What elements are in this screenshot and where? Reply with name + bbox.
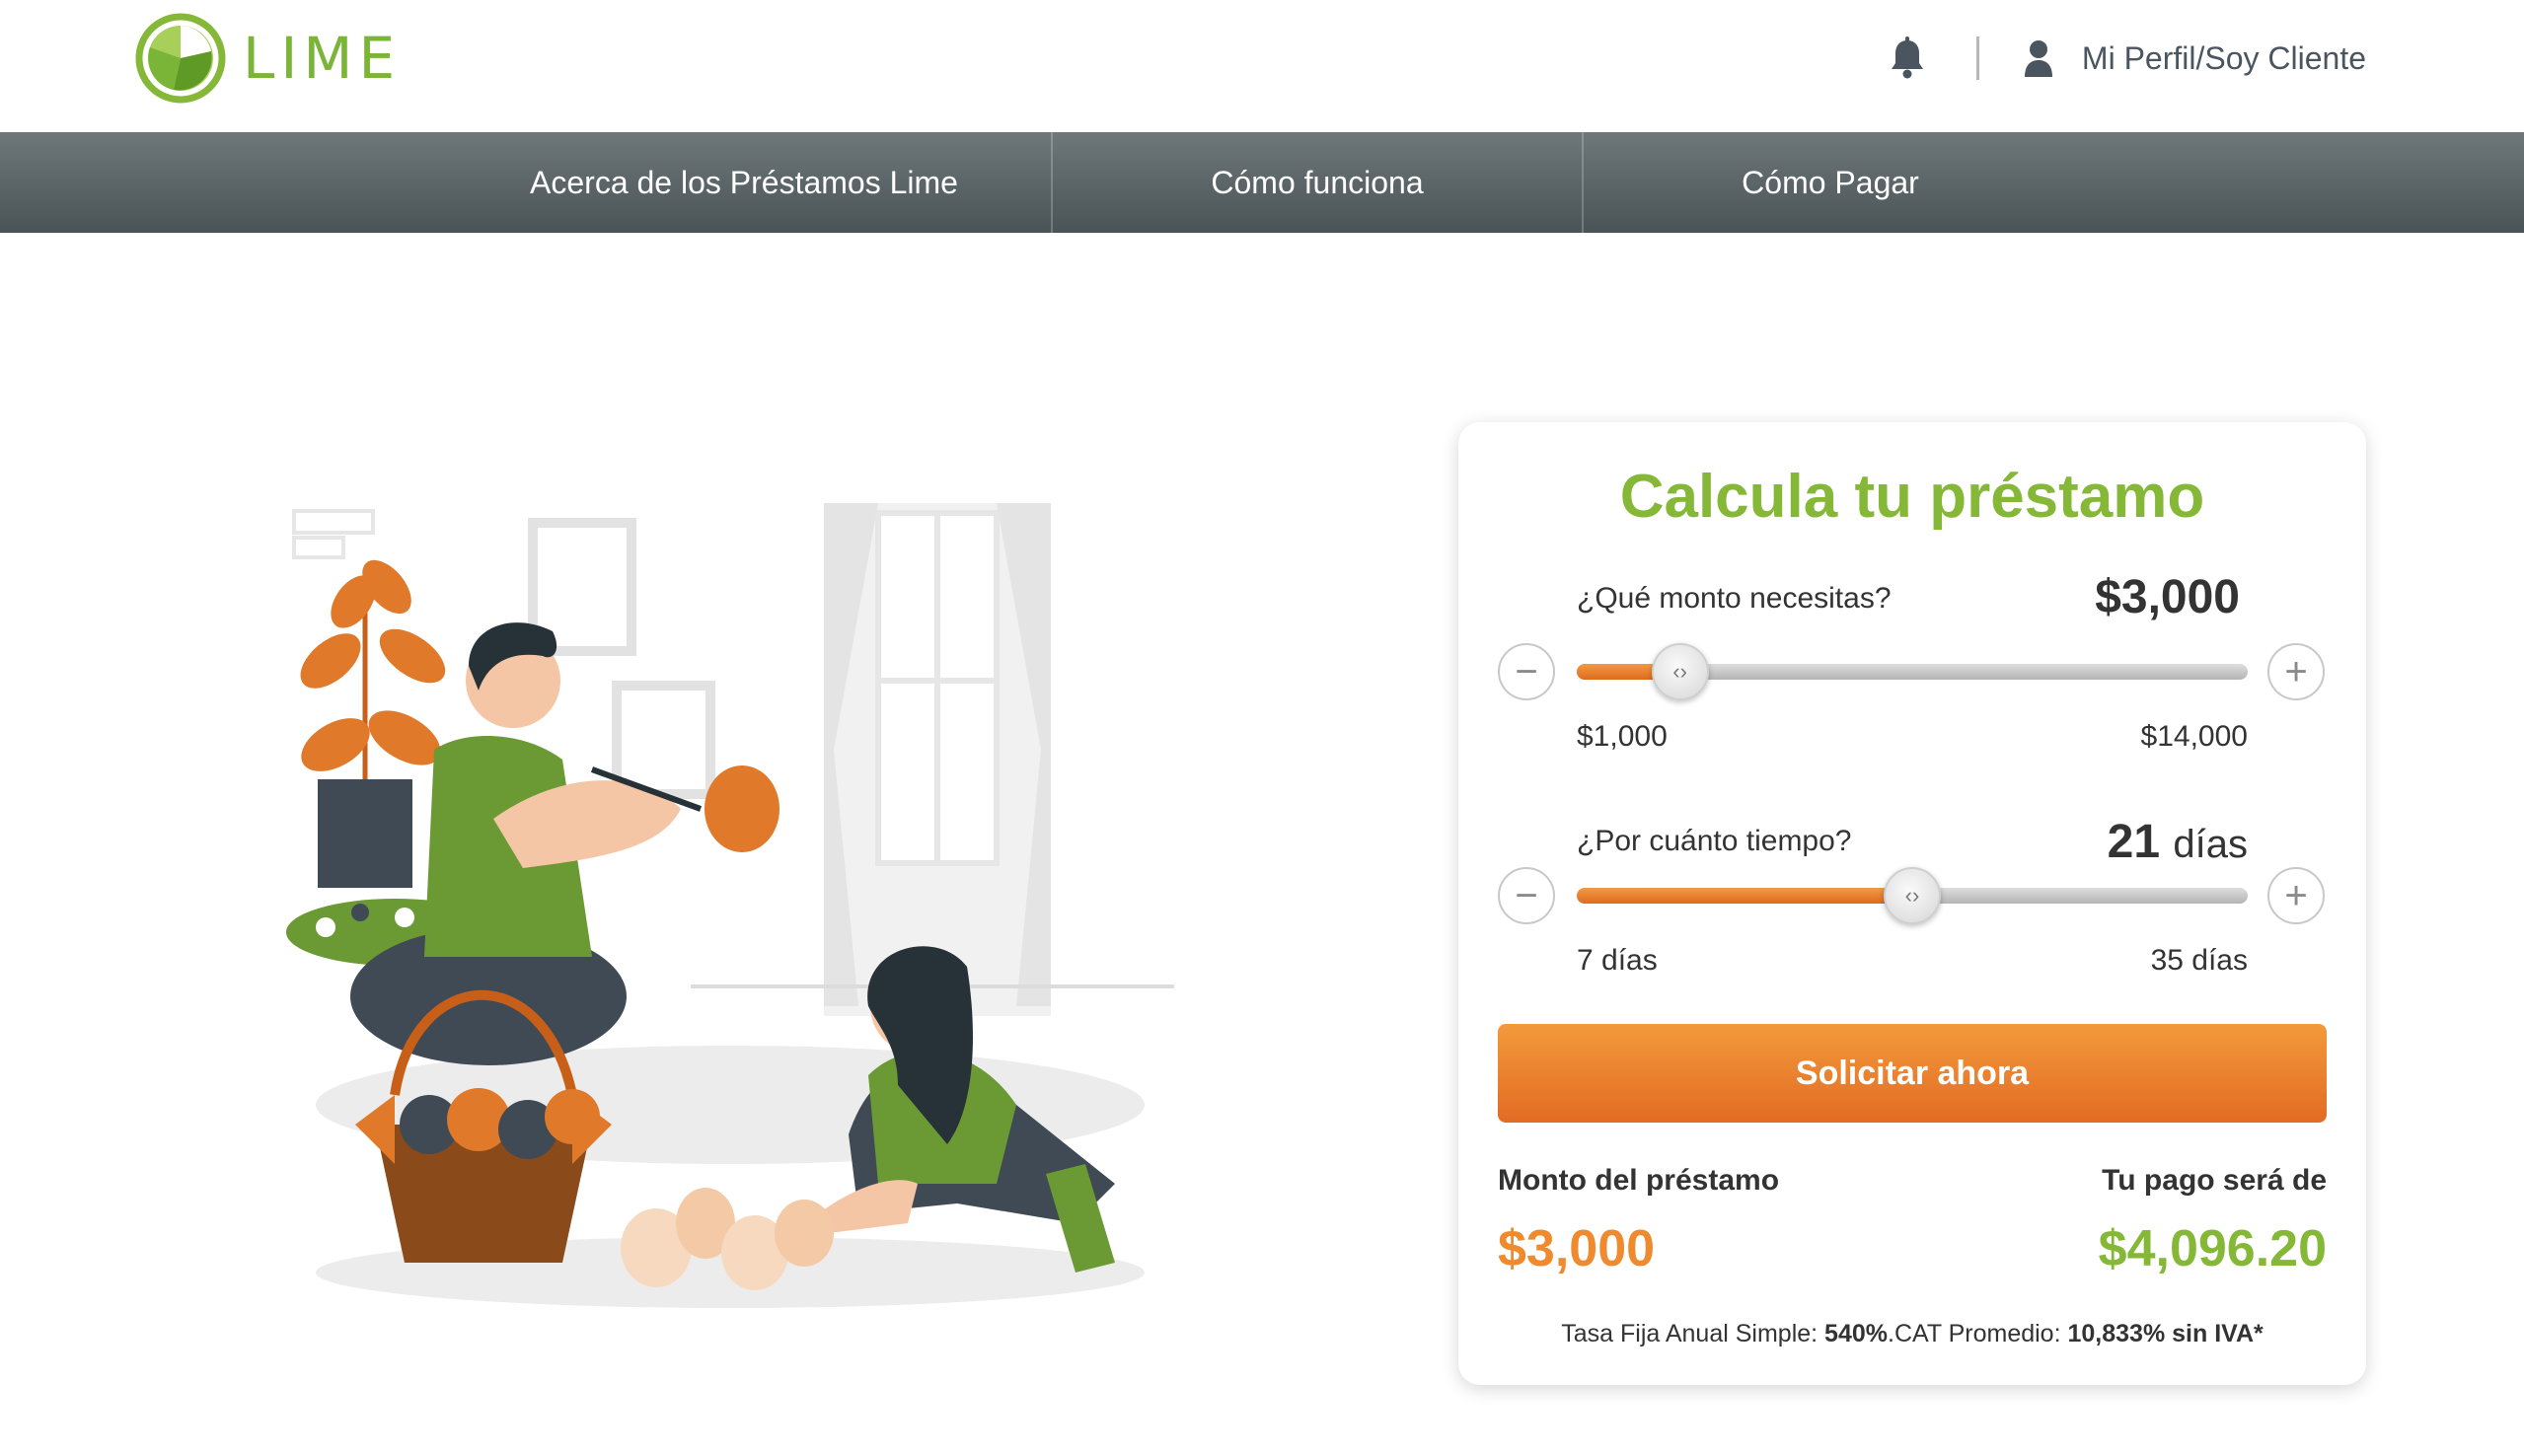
term-slider-fill (1577, 888, 1912, 904)
logo-wordmark: LIME (243, 25, 402, 92)
nav-item-about[interactable]: Acerca de los Préstamos Lime (437, 132, 1051, 233)
term-max-label: 35 días (2150, 944, 2248, 977)
term-increase-button[interactable]: + (2267, 867, 2325, 924)
rate-value: 540% (1824, 1320, 1888, 1347)
rate-disclaimer: Tasa Fija Anual Simple: 540%.CAT Promedi… (1458, 1320, 2366, 1348)
apply-now-button[interactable]: Solicitar ahora (1498, 1024, 2327, 1123)
cat-value: 10,833% sin IVA* (2067, 1320, 2264, 1347)
minus-icon: − (1515, 650, 1538, 693)
header-actions: Mi Perfil/Soy Cliente (1888, 30, 2366, 87)
cat-label: .CAT Promedio: (1888, 1320, 2068, 1347)
header-divider (1975, 36, 1979, 80)
plus-icon: + (2284, 650, 2308, 693)
amount-min-label: $1,000 (1577, 720, 1668, 753)
term-min-label: 7 días (1577, 944, 1658, 977)
nav-item-how-to-pay[interactable]: Cómo Pagar (1584, 132, 2077, 233)
minus-icon: − (1515, 874, 1538, 917)
loan-amount-value: $3,000 (1498, 1220, 1656, 1277)
term-slider-handle[interactable]: ‹› (1884, 867, 1941, 924)
site-header: LIME Mi Perfil/Soy Cliente (0, 0, 2524, 132)
easter-eggs-illustration (286, 503, 1174, 1308)
term-label: ¿Por cuánto tiempo? (1577, 825, 1852, 857)
payment-label: Tu pago será de (2102, 1164, 2327, 1197)
term-decrease-button[interactable]: − (1498, 867, 1555, 924)
loan-calculator-card: Calcula tu préstamo ¿Qué monto necesitas… (1458, 422, 2366, 1385)
payment-value: $4,096.20 (2098, 1220, 2327, 1277)
nav-item-how-it-works[interactable]: Cómo funciona (1053, 132, 1582, 233)
amount-slider-handle[interactable]: ‹› (1651, 643, 1709, 700)
main-nav: Acerca de los Préstamos Lime Cómo funcio… (0, 132, 2524, 233)
term-value-number: 21 (2107, 816, 2161, 868)
calculator-title: Calcula tu préstamo (1619, 463, 2205, 531)
drag-arrows-icon: ‹› (1672, 659, 1687, 684)
rate-label: Tasa Fija Anual Simple: (1561, 1320, 1825, 1347)
term-value: 21 días (2108, 815, 2248, 869)
amount-value: $3,000 (2095, 571, 2240, 623)
amount-decrease-button[interactable]: − (1498, 643, 1555, 700)
bell-icon[interactable] (1888, 36, 1927, 80)
term-value-unit: días (2173, 823, 2248, 866)
drag-arrows-icon: ‹› (1904, 883, 1920, 908)
loan-amount-label: Monto del préstamo (1498, 1164, 1780, 1197)
amount-max-label: $14,000 (2140, 720, 2248, 753)
lime-logo[interactable]: LIME (134, 12, 401, 105)
lime-logo-icon (135, 13, 226, 104)
user-icon[interactable] (2023, 39, 2054, 77)
plus-icon: + (2284, 874, 2308, 917)
profile-link[interactable]: Mi Perfil/Soy Cliente (2082, 40, 2366, 77)
amount-label: ¿Qué monto necesitas? (1577, 582, 1892, 615)
amount-increase-button[interactable]: + (2267, 643, 2325, 700)
